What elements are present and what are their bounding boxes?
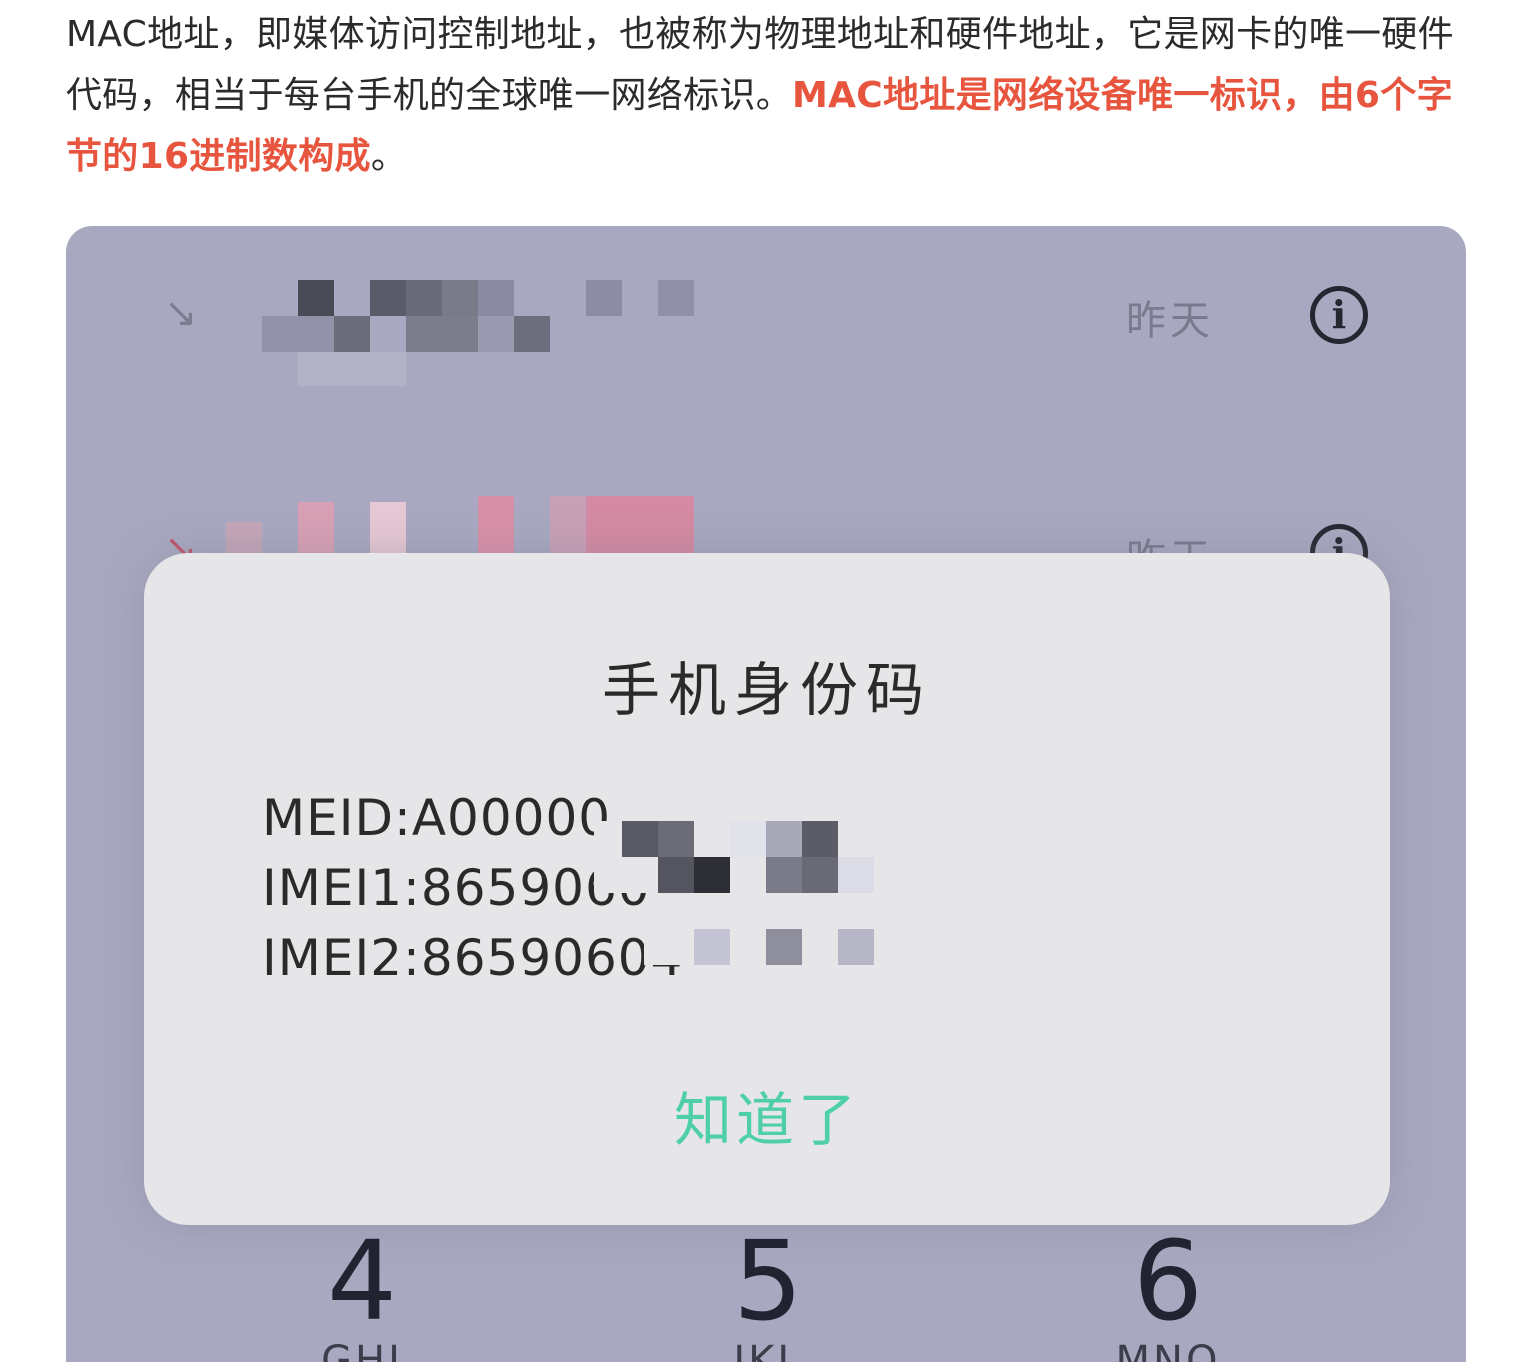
keypad-key-4[interactable]: 4 GHI xyxy=(262,1226,462,1362)
article-paragraph: MAC地址，即媒体访问控制地址，也被称为物理地址和硬件地址，它是网卡的唯一硬件代… xyxy=(66,4,1466,187)
call-log-row: ↘ 昨天 i xyxy=(66,226,1466,406)
imei2-line: IMEI2:86590604 xyxy=(262,929,684,987)
key-number: 4 xyxy=(327,1217,397,1345)
phone-id-dialog: 手机身份码 MEID:A00000 IMEI1:8659060 IMEI2:86… xyxy=(144,553,1390,1225)
article-text-end: 。 xyxy=(370,136,408,177)
meid-line: MEID:A00000 xyxy=(262,789,612,847)
call-time-label: 昨天 xyxy=(1126,298,1214,344)
key-number: 5 xyxy=(733,1217,803,1345)
confirm-button[interactable]: 知道了 xyxy=(144,1073,1390,1157)
key-number: 6 xyxy=(1133,1217,1203,1345)
dialog-title: 手机身份码 xyxy=(601,656,932,724)
keypad-key-6[interactable]: 6 MNO xyxy=(1068,1226,1268,1362)
key-letters: GHI xyxy=(321,1338,403,1362)
imei1-line: IMEI1:8659060 xyxy=(262,859,651,917)
keypad-key-5[interactable]: 5 JKL xyxy=(668,1226,868,1362)
phone-screenshot-image: ↘ 昨天 i ↘ 昨天 i xyxy=(66,226,1466,1362)
key-letters: MNO xyxy=(1115,1338,1221,1362)
key-letters: JKL xyxy=(733,1338,803,1362)
info-icon[interactable]: i xyxy=(1310,286,1368,344)
incoming-call-arrow-icon: ↘ xyxy=(164,290,198,336)
